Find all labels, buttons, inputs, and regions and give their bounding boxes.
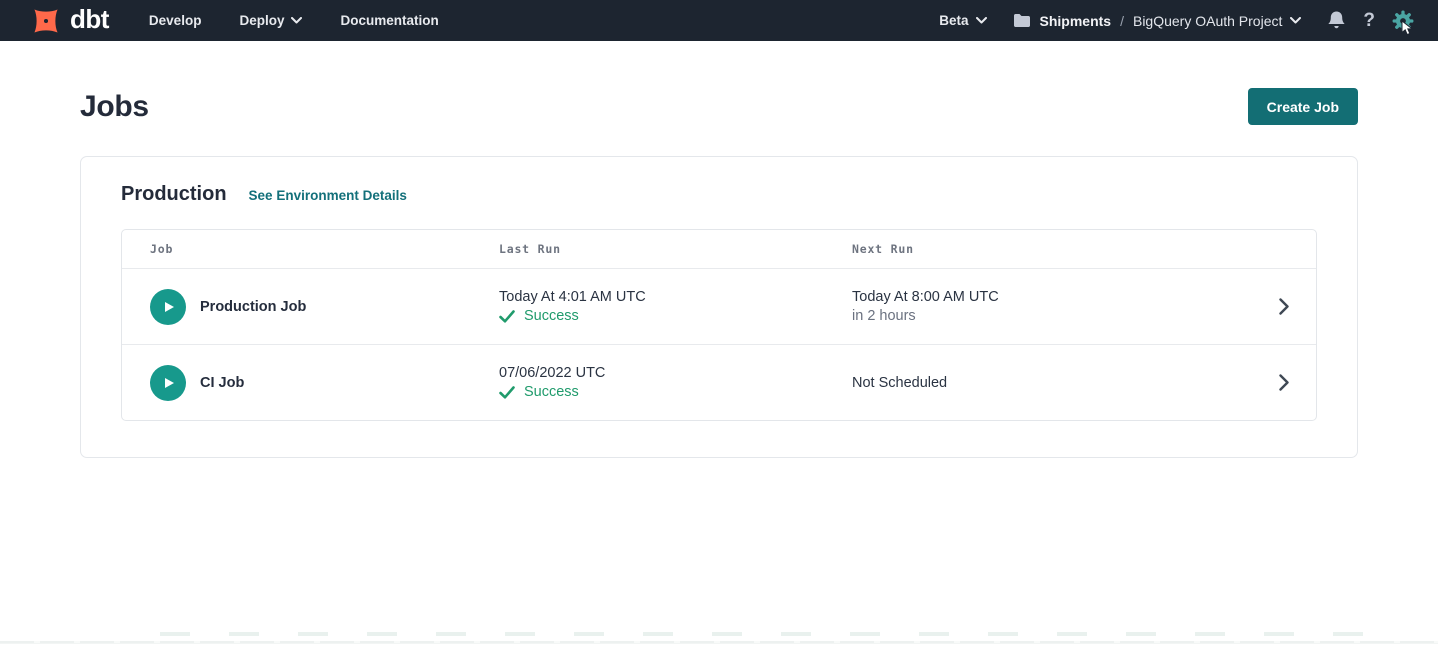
job-name: CI Job (200, 375, 244, 391)
nav-item-label: Develop (149, 13, 202, 28)
settings-gear-icon[interactable] (1392, 10, 1414, 32)
chevron-right-icon (1279, 374, 1289, 391)
breadcrumb: Shipments / BigQuery OAuth Project (1013, 13, 1302, 29)
breadcrumb-project[interactable]: Shipments (1040, 13, 1112, 29)
page-header: Jobs Create Job (80, 88, 1358, 125)
environment-card-header: Production See Environment Details (121, 183, 1317, 206)
environment-card: Production See Environment Details Job L… (80, 156, 1358, 458)
job-cell: Production Job (150, 289, 499, 325)
nav-item-deploy[interactable]: Deploy (239, 13, 302, 28)
run-job-play-button[interactable] (150, 365, 186, 401)
top-nav: dbt Develop Deploy Documentation Beta Sh… (0, 0, 1438, 41)
chevron-down-icon (976, 17, 987, 24)
dbt-logo-icon (28, 4, 64, 38)
run-job-play-button[interactable] (150, 289, 186, 325)
nav-links: Develop Deploy Documentation (149, 13, 439, 28)
status-label: Success (524, 384, 579, 400)
last-run-cell: Today At 4:01 AM UTC Success (499, 289, 852, 324)
last-run-status: Success (499, 384, 852, 400)
beta-label: Beta (939, 13, 968, 28)
breadcrumb-environment-label: BigQuery OAuth Project (1133, 13, 1282, 29)
status-label: Success (524, 308, 579, 324)
page-title: Jobs (80, 90, 149, 124)
column-header-next-run: Next Run (852, 242, 1252, 256)
last-run-time: 07/06/2022 UTC (499, 365, 852, 381)
next-run-note: in 2 hours (852, 308, 1252, 324)
environment-name: Production (121, 183, 227, 206)
job-cell: CI Job (150, 365, 499, 401)
notifications-bell-icon[interactable] (1327, 10, 1346, 31)
column-header-job: Job (150, 242, 499, 256)
brand-name: dbt (70, 6, 109, 32)
table-row-production-job[interactable]: Production Job Today At 4:01 AM UTC Succ… (122, 268, 1316, 344)
chevron-down-icon (291, 17, 302, 24)
folder-icon (1013, 13, 1031, 28)
play-icon (160, 375, 176, 391)
nav-item-documentation[interactable]: Documentation (340, 13, 438, 28)
mouse-cursor-icon (1401, 20, 1414, 36)
nav-icon-cluster: ? (1327, 10, 1414, 32)
nav-item-develop[interactable]: Develop (149, 13, 202, 28)
last-run-cell: 07/06/2022 UTC Success (499, 365, 852, 400)
dbt-logo[interactable]: dbt (28, 4, 109, 38)
bottom-dotted-line (0, 641, 1438, 644)
nav-item-label: Deploy (239, 13, 284, 28)
next-run-cell: Today At 8:00 AM UTC in 2 hours (852, 289, 1252, 324)
breadcrumb-environment-dropdown[interactable]: BigQuery OAuth Project (1133, 13, 1301, 29)
column-header-last-run: Last Run (499, 242, 852, 256)
check-icon (499, 386, 515, 399)
row-detail-chevron[interactable] (1252, 298, 1316, 315)
chevron-down-icon (1290, 17, 1301, 24)
row-detail-chevron[interactable] (1252, 374, 1316, 391)
table-row-ci-job[interactable]: CI Job 07/06/2022 UTC Success Not Schedu… (122, 344, 1316, 420)
play-icon (160, 299, 176, 315)
next-run-time: Today At 8:00 AM UTC (852, 289, 1252, 305)
nav-right: Beta Shipments / BigQuery OAuth Project (939, 10, 1414, 32)
nav-item-label: Documentation (340, 13, 438, 28)
beta-dropdown[interactable]: Beta (939, 13, 986, 28)
create-job-button[interactable]: Create Job (1248, 88, 1358, 125)
next-run-time: Not Scheduled (852, 375, 1252, 391)
bottom-dashes (160, 632, 1378, 636)
jobs-page: Jobs Create Job Production See Environme… (0, 88, 1438, 458)
check-icon (499, 310, 515, 323)
chevron-right-icon (1279, 298, 1289, 315)
help-icon[interactable]: ? (1363, 11, 1375, 30)
next-run-cell: Not Scheduled (852, 375, 1252, 391)
table-header-row: Job Last Run Next Run (122, 230, 1316, 268)
jobs-table: Job Last Run Next Run Production Job Tod… (121, 229, 1317, 421)
bottom-decoration (0, 632, 1438, 646)
last-run-status: Success (499, 308, 852, 324)
breadcrumb-separator: / (1120, 13, 1124, 29)
last-run-time: Today At 4:01 AM UTC (499, 289, 852, 305)
job-name: Production Job (200, 299, 306, 315)
see-environment-details-link[interactable]: See Environment Details (249, 188, 407, 203)
